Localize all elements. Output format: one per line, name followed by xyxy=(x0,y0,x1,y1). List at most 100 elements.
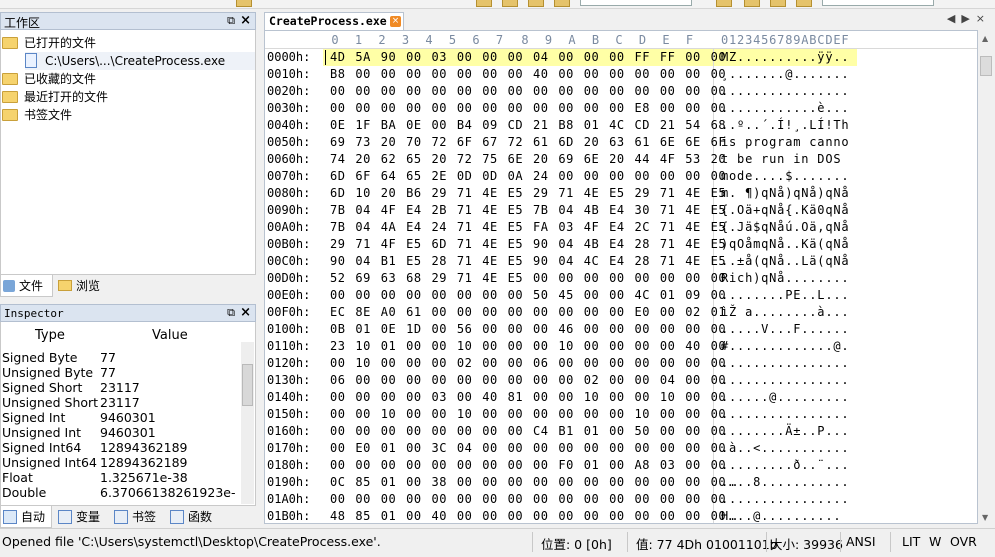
ascii-row[interactable]: ................ xyxy=(721,491,849,508)
inspector-row[interactable]: Unsigned Int64 12894362189 xyxy=(1,455,241,470)
inspector-row[interactable]: Unsigned Short 23117 xyxy=(1,395,241,410)
hex-row-bytes[interactable]: 7B 04 4F E4 2B 71 4E E5 7B 04 4B E4 30 7… xyxy=(330,202,726,219)
inspector-value[interactable]: 9460301 xyxy=(100,425,236,440)
ascii-row[interactable]: ìŽ a........à... xyxy=(721,304,849,321)
inspector-row[interactable]: Unsigned Int 9460301 xyxy=(1,425,241,440)
ascii-row[interactable]: {.Jä$qNåú.Oä,qNå xyxy=(721,219,849,236)
hex-row[interactable]: 0170h: 00 E0 01 00 3C 04 00 00 00 00 00 0… xyxy=(265,440,977,457)
tree-item-folder[interactable]: 最近打开的文件 xyxy=(2,88,108,106)
hex-row-bytes[interactable]: 00 10 00 00 00 02 00 00 06 00 00 00 00 0… xyxy=(330,355,726,372)
ascii-row[interactable]: .....V...F...... xyxy=(721,321,849,338)
scrollbar-thumb[interactable] xyxy=(242,364,253,406)
close-tab-icon[interactable]: × xyxy=(390,16,401,27)
hex-row[interactable]: 0050h: 69 73 20 70 72 6F 67 72 61 6D 20 6… xyxy=(265,134,977,151)
pin-icon[interactable]: ⧉ xyxy=(227,14,235,28)
hex-row-bytes[interactable]: 69 73 20 70 72 6F 67 72 61 6D 20 63 61 6… xyxy=(330,134,726,151)
hex-row[interactable]: 0080h: 6D 10 20 B6 29 71 4E E5 29 71 4E E… xyxy=(265,185,977,202)
hex-row-bytes[interactable]: 7B 04 4A E4 24 71 4E E5 FA 03 4F E4 2C 7… xyxy=(330,219,726,236)
hex-row[interactable]: 0150h: 00 00 10 00 00 10 00 00 00 00 00 0… xyxy=(265,406,977,423)
inspector-row[interactable]: Signed Short 23117 xyxy=(1,380,241,395)
inspector-row[interactable]: Signed Int 9460301 xyxy=(1,410,241,425)
hex-row-bytes[interactable]: 6D 10 20 B6 29 71 4E E5 29 71 4E E5 29 7… xyxy=(330,185,726,202)
hex-row-bytes[interactable]: 00 00 00 00 00 00 00 00 00 F0 01 00 A8 0… xyxy=(330,457,726,474)
hex-row-bytes[interactable]: 6D 6F 64 65 2E 0D 0D 0A 24 00 00 00 00 0… xyxy=(330,168,726,185)
hex-row-bytes[interactable]: 0E 1F BA 0E 00 B4 09 CD 21 B8 01 4C CD 2… xyxy=(330,117,726,134)
hex-row[interactable]: 0030h: 00 00 00 00 00 00 00 00 00 00 00 0… xyxy=(265,100,977,117)
inspector-value[interactable]: 12894362189 xyxy=(100,455,236,470)
toolbar-cut-icon[interactable] xyxy=(528,0,544,7)
hex-row-bytes[interactable]: 74 20 62 65 20 72 75 6E 20 69 6E 20 44 4… xyxy=(330,151,726,168)
hex-row[interactable]: 0140h: 00 00 00 00 03 00 40 81 00 00 10 0… xyxy=(265,389,977,406)
scroll-right-icon[interactable]: ▶ xyxy=(961,12,975,25)
inspector-scrollbar[interactable] xyxy=(241,342,254,504)
hex-row[interactable]: 00A0h: 7B 04 4A E4 24 71 4E E5 FA 03 4F E… xyxy=(265,219,977,236)
ascii-row[interactable]: ..º..´.Í!¸.LÍ!Th xyxy=(721,117,849,134)
tab-files[interactable]: 文件 xyxy=(0,275,53,297)
status-write-mode[interactable]: W xyxy=(929,534,941,549)
ascii-row[interactable]: ................ xyxy=(721,355,849,372)
ascii-row[interactable]: ..±å(qNå..Lä(qNå xyxy=(721,253,849,270)
hex-row-bytes[interactable]: 00 00 00 00 03 00 40 81 00 00 10 00 00 1… xyxy=(330,389,726,406)
hex-row[interactable]: 01A0h: 00 00 00 00 00 00 00 00 00 00 00 0… xyxy=(265,491,977,508)
toolbar-goto-icon[interactable] xyxy=(770,0,786,7)
hex-row-bytes[interactable]: 06 00 00 00 00 00 00 00 00 00 02 00 00 0… xyxy=(330,372,726,389)
hex-row-bytes[interactable]: 0C 85 01 00 38 00 00 00 00 00 00 00 00 0… xyxy=(330,474,726,491)
hex-row[interactable]: 0000h: 4D 5A 90 00 03 00 00 00 04 00 00 0… xyxy=(265,49,977,66)
inspector-value[interactable]: 12894362189 xyxy=(100,440,236,455)
toolbar-search-box[interactable] xyxy=(580,0,692,6)
status-overwrite-mode[interactable]: OVR xyxy=(950,534,977,549)
scroll-up-icon[interactable]: ▲ xyxy=(982,34,988,43)
inspector-value[interactable]: 9460301 xyxy=(100,410,236,425)
ascii-row[interactable]: Rich)qNå........ xyxy=(721,270,849,287)
ascii-row[interactable]: H…..@.......... xyxy=(721,508,841,523)
hex-row-bytes[interactable]: 29 71 4F E5 6D 71 4E E5 90 04 4B E4 28 7… xyxy=(330,236,726,253)
ascii-row[interactable]: ................ xyxy=(721,372,849,389)
hex-row-bytes[interactable]: 00 E0 01 00 3C 04 00 00 00 00 00 00 00 0… xyxy=(330,440,726,457)
ascii-row[interactable]: )qOåmqNå..Kä(qNå xyxy=(721,236,849,253)
close-icon[interactable]: × xyxy=(240,305,251,320)
ascii-row[interactable]: ........PE..L... xyxy=(721,287,849,304)
tab-auto[interactable]: 自动 xyxy=(0,506,52,528)
toolbar-bookmark-icon[interactable] xyxy=(796,0,812,7)
hex-row[interactable]: 0120h: 00 10 00 00 00 02 00 00 06 00 00 0… xyxy=(265,355,977,372)
inspector-col-value[interactable]: Value xyxy=(152,328,188,343)
inspector-col-type[interactable]: Type xyxy=(35,328,65,343)
inspector-row[interactable]: Signed Byte 77 xyxy=(1,350,241,365)
hex-row-bytes[interactable]: 00 00 00 00 00 00 00 00 00 00 00 00 00 0… xyxy=(330,491,726,508)
inspector-value[interactable]: 6.37066138261923e-... xyxy=(100,485,236,500)
hex-row-bytes[interactable]: 52 69 63 68 29 71 4E E5 00 00 00 00 00 0… xyxy=(330,270,726,287)
tab-navigation[interactable]: ◀▶× xyxy=(947,12,991,25)
hex-row[interactable]: 0070h: 6D 6F 64 65 2E 0D 0D 0A 24 00 00 0… xyxy=(265,168,977,185)
hex-row-bytes[interactable]: 00 00 00 00 00 00 00 00 50 45 00 00 4C 0… xyxy=(330,287,726,304)
tab-bookmarks[interactable]: 书签 xyxy=(112,506,164,528)
hex-row[interactable]: 0010h: B8 00 00 00 00 00 00 00 40 00 00 0… xyxy=(265,66,977,83)
toolbar-save-icon[interactable] xyxy=(502,0,518,7)
inspector-value[interactable]: 23117 xyxy=(100,380,236,395)
scroll-left-icon[interactable]: ◀ xyxy=(947,12,961,25)
ascii-row[interactable]: #.............@. xyxy=(721,338,849,355)
tab-browse[interactable]: 浏览 xyxy=(56,275,116,297)
hex-row[interactable]: 0020h: 00 00 00 00 00 00 00 00 00 00 00 0… xyxy=(265,83,977,100)
ascii-row[interactable]: ............è... xyxy=(721,100,849,117)
tree-item-folder[interactable]: 书签文件 xyxy=(2,106,72,124)
tree-item-folder[interactable]: 已收藏的文件 xyxy=(2,70,96,88)
pin-icon[interactable]: ⧉ xyxy=(227,306,235,320)
scroll-down-icon[interactable]: ▼ xyxy=(982,513,988,522)
hex-row-bytes[interactable]: B8 00 00 00 00 00 00 00 40 00 00 00 00 0… xyxy=(330,66,726,83)
hex-row[interactable]: 00E0h: 00 00 00 00 00 00 00 00 50 45 00 0… xyxy=(265,287,977,304)
inspector-row[interactable]: Unsigned Byte 77 xyxy=(1,365,241,380)
ascii-row[interactable]: .…..8........... xyxy=(721,474,849,491)
hex-row[interactable]: 00C0h: 90 04 B1 E5 28 71 4E E5 90 04 4C E… xyxy=(265,253,977,270)
hex-row-bytes[interactable]: 00 00 00 00 00 00 00 00 00 00 00 00 00 0… xyxy=(330,83,726,100)
tab-functions[interactable]: 函数 xyxy=(168,506,220,528)
tree-item-folder[interactable]: 已打开的文件 xyxy=(2,34,96,52)
hex-row[interactable]: 0160h: 00 00 00 00 00 00 00 00 C4 B1 01 0… xyxy=(265,423,977,440)
tab-variables[interactable]: 变量 xyxy=(56,506,108,528)
hex-row[interactable]: 0040h: 0E 1F BA 0E 00 B4 09 CD 21 B8 01 4… xyxy=(265,117,977,134)
ascii-row[interactable]: mode....$....... xyxy=(721,168,849,185)
hex-row-bytes[interactable]: 48 85 01 00 40 00 00 00 00 00 00 00 00 0… xyxy=(330,508,726,523)
ascii-row[interactable]: m. ¶)qNå)qNå)qNå xyxy=(721,185,849,202)
hex-row-bytes[interactable]: 90 04 B1 E5 28 71 4E E5 90 04 4C E4 28 7… xyxy=(330,253,726,270)
hex-row[interactable]: 01B0h: 48 85 01 00 40 00 00 00 00 00 00 0… xyxy=(265,508,977,523)
hex-row-bytes[interactable]: 00 00 00 00 00 00 00 00 C4 B1 01 00 50 0… xyxy=(330,423,726,440)
